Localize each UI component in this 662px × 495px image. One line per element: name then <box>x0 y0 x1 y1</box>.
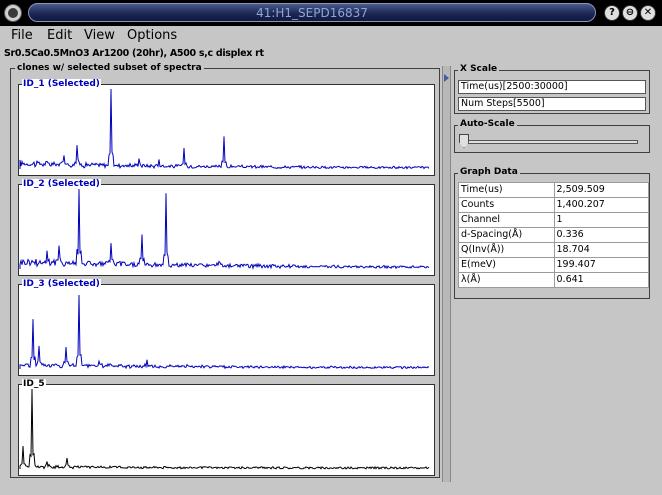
plot-id2[interactable]: ID_2 (Selected) <box>18 179 435 276</box>
autoscale-slider-track[interactable] <box>462 140 638 144</box>
splitter[interactable] <box>442 66 451 482</box>
row-value: 1 <box>553 212 649 228</box>
menu-file[interactable]: File <box>11 28 33 43</box>
plot-id5[interactable]: ID_5 <box>18 379 435 476</box>
plot-id1-chart <box>19 88 430 170</box>
menu-edit[interactable]: Edit <box>47 28 72 43</box>
title-bar[interactable]: 41:H1_SEPD16837 ? ⊖ ✕ <box>0 0 662 26</box>
plot-id2-chart <box>19 188 430 271</box>
plot-id3-label: ID_3 (Selected) <box>22 279 101 289</box>
spectrum-trace <box>19 294 430 370</box>
window-menu-icon[interactable] <box>4 4 22 22</box>
graph-data-panel: Time(us) 2,509.509 Counts 1,400.207 Channe… <box>454 173 650 299</box>
close-icon[interactable]: ✕ <box>640 5 656 21</box>
table-row: λ(Å) 0.641 <box>458 272 649 288</box>
table-row: Channel 1 <box>458 212 649 228</box>
autoscale-slider-thumb[interactable] <box>459 134 469 148</box>
plot-id5-label: ID_5 <box>22 379 46 389</box>
spectrum-trace <box>19 188 430 271</box>
time-range-field[interactable]: Time(us)[2500:30000] <box>458 80 646 94</box>
row-value: 1,400.207 <box>553 197 649 213</box>
plot-id5-chart <box>19 388 430 470</box>
help-icon[interactable]: ? <box>604 5 620 21</box>
table-row: E(meV) 199.407 <box>458 257 649 273</box>
plot-id2-label: ID_2 (Selected) <box>22 179 101 189</box>
clones-panel-title: clones w/ selected subset of spectra <box>15 63 204 73</box>
expand-arrow-icon[interactable] <box>444 74 449 82</box>
row-value: 199.407 <box>553 257 649 273</box>
plot-id1[interactable]: ID_1 (Selected) <box>18 79 435 176</box>
plot-id3[interactable]: ID_3 (Selected) <box>18 279 435 376</box>
row-value: 18.704 <box>553 242 649 258</box>
row-key: Counts <box>458 197 555 213</box>
table-row: d-Spacing(Å) 0.336 <box>458 227 649 243</box>
plot-id3-chart <box>19 294 430 370</box>
plot-id1-label: ID_1 (Selected) <box>22 79 101 89</box>
num-steps-field[interactable]: Num Steps[5500] <box>458 97 646 111</box>
spectrum-trace <box>19 388 430 470</box>
table-row: Counts 1,400.207 <box>458 197 649 213</box>
autoscale-panel <box>454 125 650 153</box>
dataset-title: Sr0.5Ca0.5MnO3 Ar1200 (20hr), A500 s,c d… <box>4 48 264 59</box>
row-key: Time(us) <box>458 182 555 198</box>
autoscale-title: Auto-Scale <box>458 119 517 129</box>
row-key: Channel <box>458 212 555 228</box>
spectrum-trace <box>19 88 430 170</box>
row-key: E(meV) <box>458 257 555 273</box>
xscale-title: X Scale <box>458 64 500 74</box>
row-key: λ(Å) <box>458 272 555 288</box>
row-key: Q(Inv(Å)) <box>458 242 555 258</box>
row-value: 0.336 <box>553 227 649 243</box>
graph-data-title: Graph Data <box>458 167 520 177</box>
menu-bar: File Edit View Options <box>0 26 662 46</box>
minimize-icon[interactable]: ⊖ <box>622 5 638 21</box>
title-pill: 41:H1_SEPD16837 <box>28 3 596 22</box>
application-window: 41:H1_SEPD16837 ? ⊖ ✕ File Edit View Opt… <box>0 0 662 495</box>
row-value: 2,509.509 <box>553 182 649 198</box>
table-row: Time(us) 2,509.509 <box>458 182 649 198</box>
table-row: Q(Inv(Å)) 18.704 <box>458 242 649 258</box>
menu-options[interactable]: Options <box>127 28 177 43</box>
row-key: d-Spacing(Å) <box>458 227 555 243</box>
menu-view[interactable]: View <box>84 28 115 43</box>
row-value: 0.641 <box>553 272 649 288</box>
graph-data-table: Time(us) 2,509.509 Counts 1,400.207 Channe… <box>458 182 649 288</box>
xscale-panel: Time(us)[2500:30000] Num Steps[5500] <box>454 70 650 114</box>
window-title: 41:H1_SEPD16837 <box>256 6 368 20</box>
